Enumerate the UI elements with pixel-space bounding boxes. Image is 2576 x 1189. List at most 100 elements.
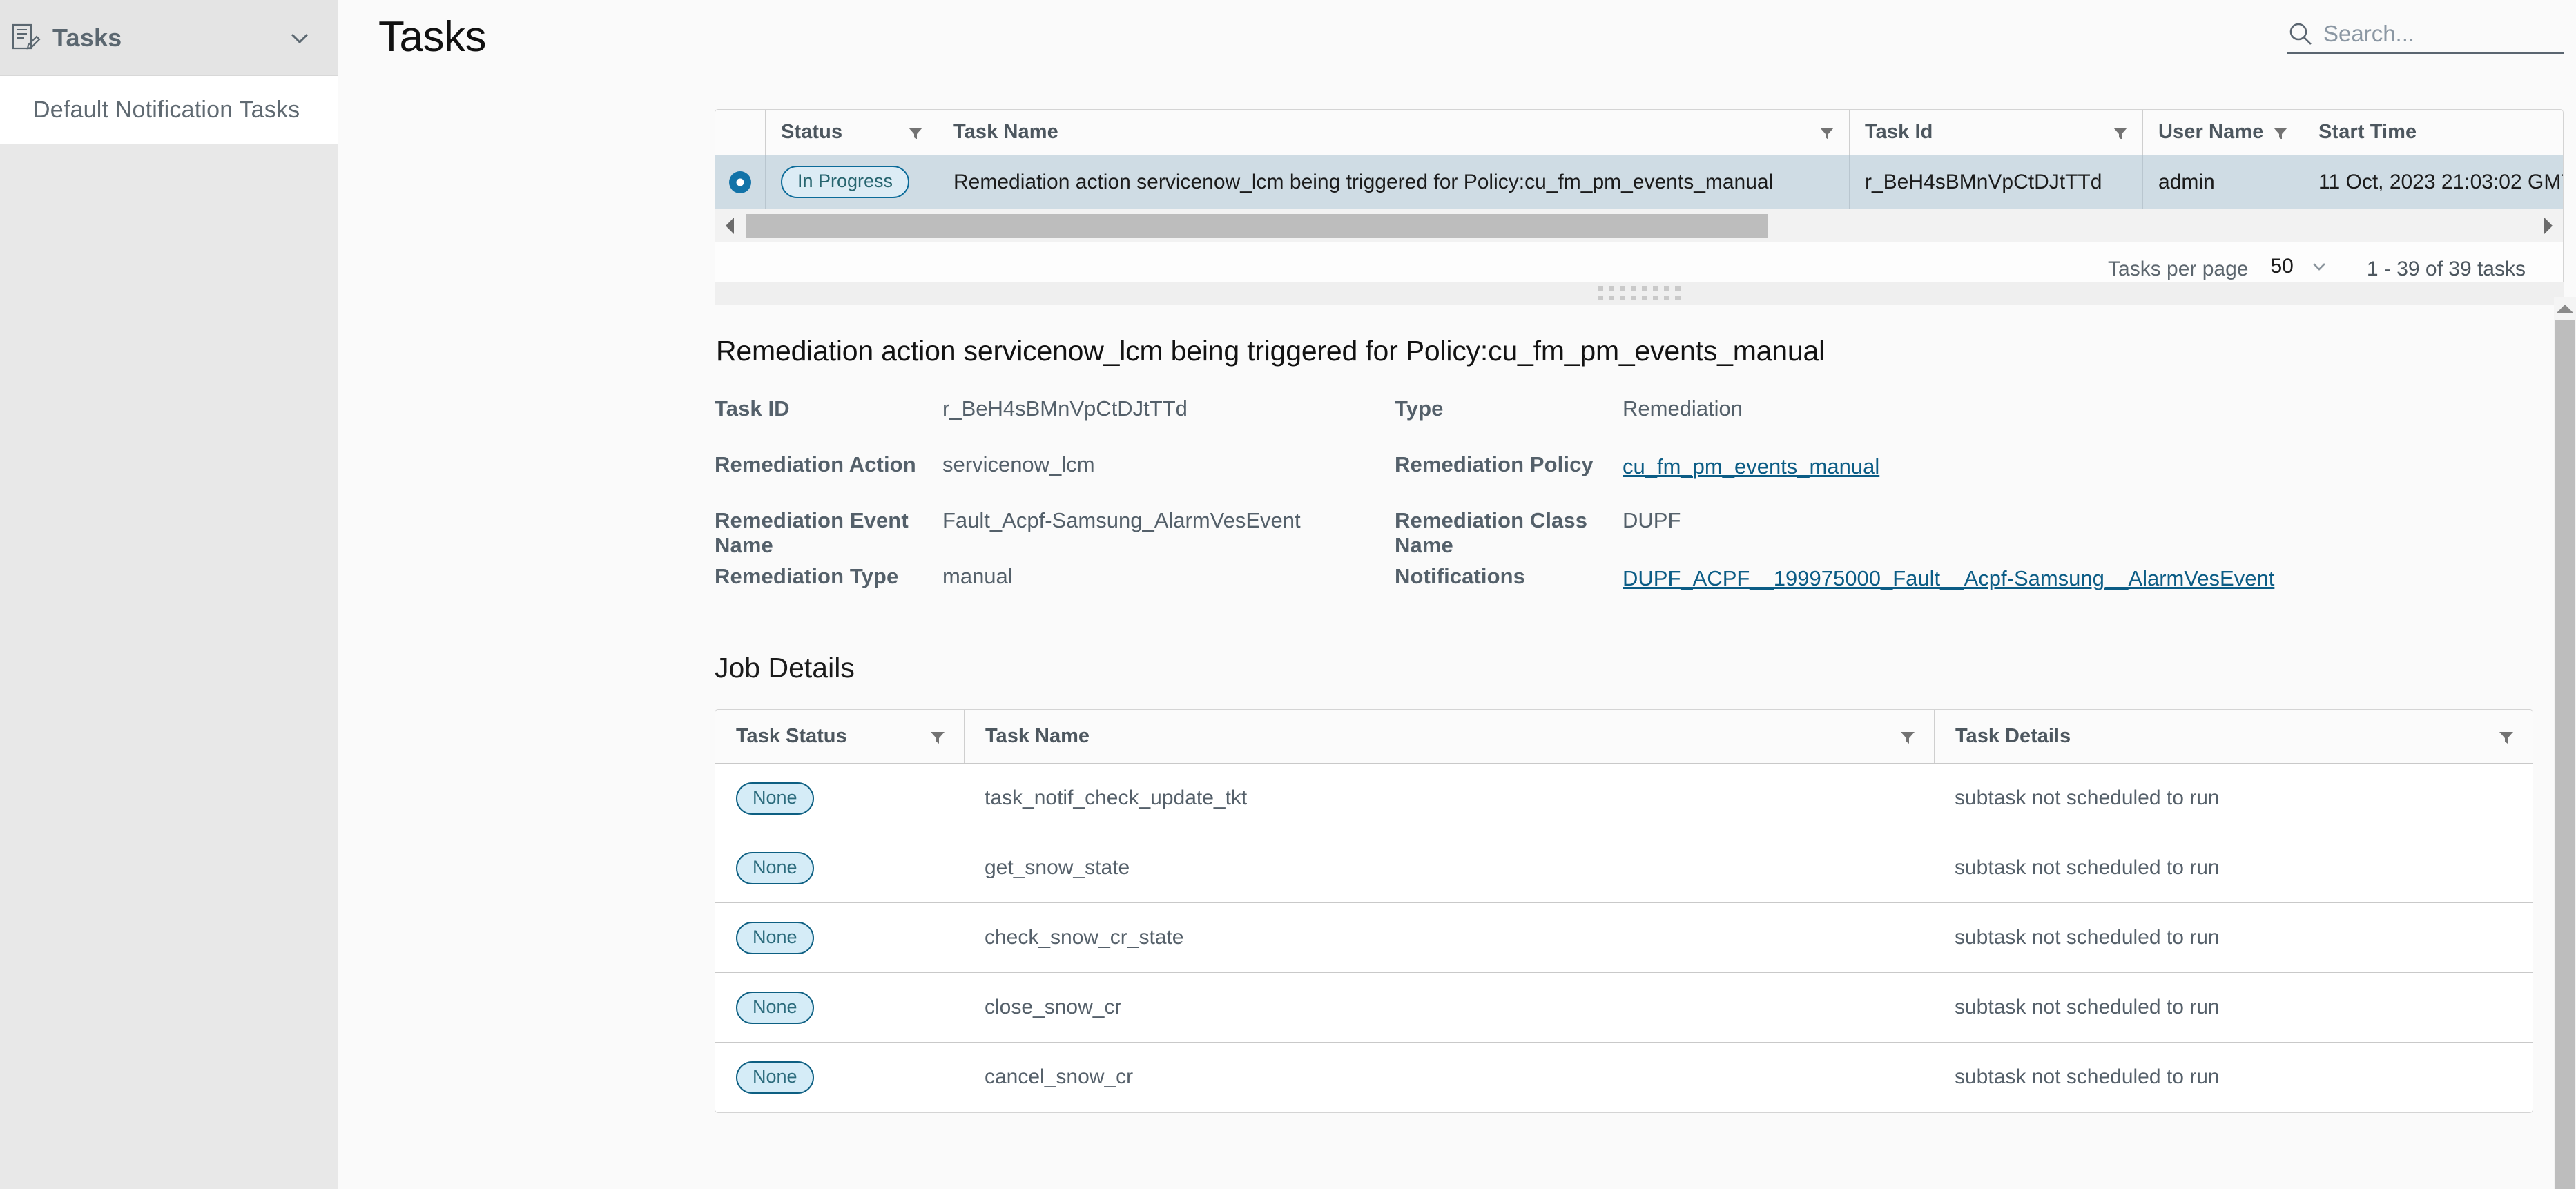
table-row[interactable]: None check_snow_cr_state subtask not sch…: [715, 903, 2533, 973]
table-row[interactable]: None cancel_snow_cr subtask not schedule…: [715, 1043, 2533, 1112]
filter-icon[interactable]: [907, 124, 924, 141]
scrollbar-track[interactable]: [746, 213, 2533, 238]
filter-icon[interactable]: [1899, 728, 1916, 745]
row-start-time-cell: 11 Oct, 2023 21:03:02 GMT+05:30: [2303, 155, 2563, 209]
filter-icon[interactable]: [2498, 728, 2515, 745]
job-details-cell: subtask not scheduled to run: [1955, 786, 2220, 809]
status-badge: None: [736, 991, 814, 1024]
field-value: DUPF: [1623, 508, 1681, 532]
table-row[interactable]: None task_notif_check_update_tkt subtask…: [715, 764, 2533, 833]
pagination-count: 1 - 39 of 39 tasks: [2366, 258, 2526, 280]
column-header-task-name[interactable]: Task Name: [938, 110, 1849, 155]
chevron-down-icon[interactable]: [285, 23, 314, 52]
filter-icon[interactable]: [2272, 124, 2289, 141]
field-value: Remediation: [1623, 396, 1743, 420]
sidebar-item-default-notification-tasks[interactable]: Default Notification Tasks: [0, 76, 338, 144]
column-header-select: [715, 110, 765, 155]
sidebar-item-label: Default Notification Tasks: [33, 96, 300, 123]
vertical-scrollbar[interactable]: [2554, 297, 2576, 1189]
scroll-up-icon[interactable]: [2554, 297, 2576, 320]
field-label: Remediation Event Name: [715, 508, 909, 557]
field-value: Fault_Acpf-Samsung_AlarmVesEvent: [942, 508, 1301, 532]
job-status-cell: None: [715, 851, 964, 884]
search-box[interactable]: [2287, 21, 2564, 54]
field-value: servicenow_lcm: [942, 452, 1095, 476]
job-status-cell: None: [715, 1061, 964, 1094]
scrollbar-thumb[interactable]: [2555, 320, 2575, 1189]
column-header-start-time[interactable]: Start Time: [2303, 110, 2563, 155]
scroll-right-icon[interactable]: [2533, 215, 2563, 236]
status-badge: None: [736, 782, 814, 815]
field-label: Task ID: [715, 396, 790, 420]
scroll-left-icon[interactable]: [715, 215, 746, 236]
row-task-id-cell: r_BeH4sBMnVpCtDJtTTd: [1849, 155, 2142, 209]
row-select-cell[interactable]: [715, 155, 765, 209]
column-header-task-id[interactable]: Task Id: [1849, 110, 2142, 155]
job-column-header-task-name[interactable]: Task Name: [964, 710, 1934, 763]
row-task-name-cell: Remediation action servicenow_lcm being …: [938, 155, 1849, 209]
row-status-cell: In Progress: [765, 155, 938, 209]
per-page-select[interactable]: 50: [2263, 255, 2334, 284]
filter-icon[interactable]: [1819, 124, 1835, 141]
status-badge: In Progress: [781, 166, 910, 198]
task-details-section: Remediation action servicenow_lcm being …: [715, 314, 2535, 1189]
column-label-task-name: Task Name: [953, 121, 1058, 143]
job-column-header-task-details[interactable]: Task Details: [1934, 710, 2533, 763]
status-badge: None: [736, 921, 814, 954]
job-column-label-task-details: Task Details: [1955, 725, 2071, 747]
remediation-policy-link[interactable]: cu_fm_pm_events_manual: [1623, 452, 1879, 481]
detail-title: Remediation action servicenow_lcm being …: [716, 335, 1826, 367]
column-label-task-id: Task Id: [1865, 121, 1933, 143]
job-name-cell: cancel_snow_cr: [985, 1065, 1134, 1088]
table-row[interactable]: None get_snow_state subtask not schedule…: [715, 833, 2533, 903]
job-column-header-task-status[interactable]: Task Status: [715, 710, 964, 763]
search-input[interactable]: [2323, 21, 2551, 47]
status-badge: None: [736, 1061, 814, 1094]
per-page-value: 50: [2270, 255, 2294, 278]
table-row[interactable]: In Progress Remediation action serviceno…: [715, 155, 2563, 209]
job-details-cell: subtask not scheduled to run: [1955, 996, 2220, 1018]
field-value: manual: [942, 564, 1013, 588]
job-details-cell: subtask not scheduled to run: [1955, 856, 2220, 879]
status-badge: None: [736, 851, 814, 884]
filter-icon[interactable]: [2112, 124, 2129, 141]
radio-selected-icon[interactable]: [728, 170, 753, 195]
column-header-status[interactable]: Status: [765, 110, 938, 155]
horizontal-scrollbar[interactable]: [715, 209, 2563, 242]
job-details-cell: subtask not scheduled to run: [1955, 926, 2220, 949]
field-label: Type: [1395, 396, 1444, 420]
panel-resize-handle[interactable]: [715, 282, 2564, 305]
field-label: Remediation Action: [715, 452, 916, 476]
scrollbar-thumb[interactable]: [746, 213, 1768, 238]
filter-icon[interactable]: [929, 728, 946, 745]
sidebar-header[interactable]: Tasks: [0, 0, 338, 76]
job-details-cell: subtask not scheduled to run: [1955, 1065, 2220, 1088]
tasks-table-panel: Status Task Name Task Id User Name Start…: [715, 109, 2564, 297]
job-status-cell: None: [715, 921, 964, 954]
column-label-status: Status: [781, 121, 843, 143]
search-icon: [2287, 21, 2314, 47]
grip-dots-icon: [1598, 286, 1681, 300]
job-name-cell: get_snow_state: [985, 856, 1130, 879]
job-details-table: Task Status Task Name Task Details None …: [715, 709, 2533, 1113]
job-details-title: Job Details: [715, 652, 855, 684]
column-header-user-name[interactable]: User Name: [2142, 110, 2303, 155]
per-page-label: Tasks per page: [2108, 258, 2249, 280]
job-table-header: Task Status Task Name Task Details: [715, 710, 2533, 764]
job-column-label-task-status: Task Status: [736, 725, 847, 747]
chevron-down-icon[interactable]: [2309, 256, 2330, 277]
job-name-cell: close_snow_cr: [985, 996, 1122, 1018]
field-label: Remediation Policy: [1395, 452, 1594, 476]
column-label-user-name: User Name: [2158, 121, 2264, 143]
table-row[interactable]: None close_snow_cr subtask not scheduled…: [715, 973, 2533, 1043]
job-column-label-task-name: Task Name: [985, 725, 1090, 747]
sidebar-empty-area: [0, 144, 338, 1189]
main-content: Tasks Status Task N: [338, 0, 2576, 1189]
notifications-link[interactable]: DUPF_ACPF__199975000_Fault__Acpf-Samsung…: [1623, 564, 2274, 593]
page-title: Tasks: [378, 13, 486, 61]
field-value-link-wrap: DUPF_ACPF__199975000_Fault__Acpf-Samsung…: [1623, 564, 2535, 620]
field-label: Remediation Class Name: [1395, 508, 1588, 557]
field-value: r_BeH4sBMnVpCtDJtTTd: [942, 396, 1188, 420]
document-edit-icon: [10, 22, 41, 54]
column-label-start-time: Start Time: [2318, 121, 2417, 143]
